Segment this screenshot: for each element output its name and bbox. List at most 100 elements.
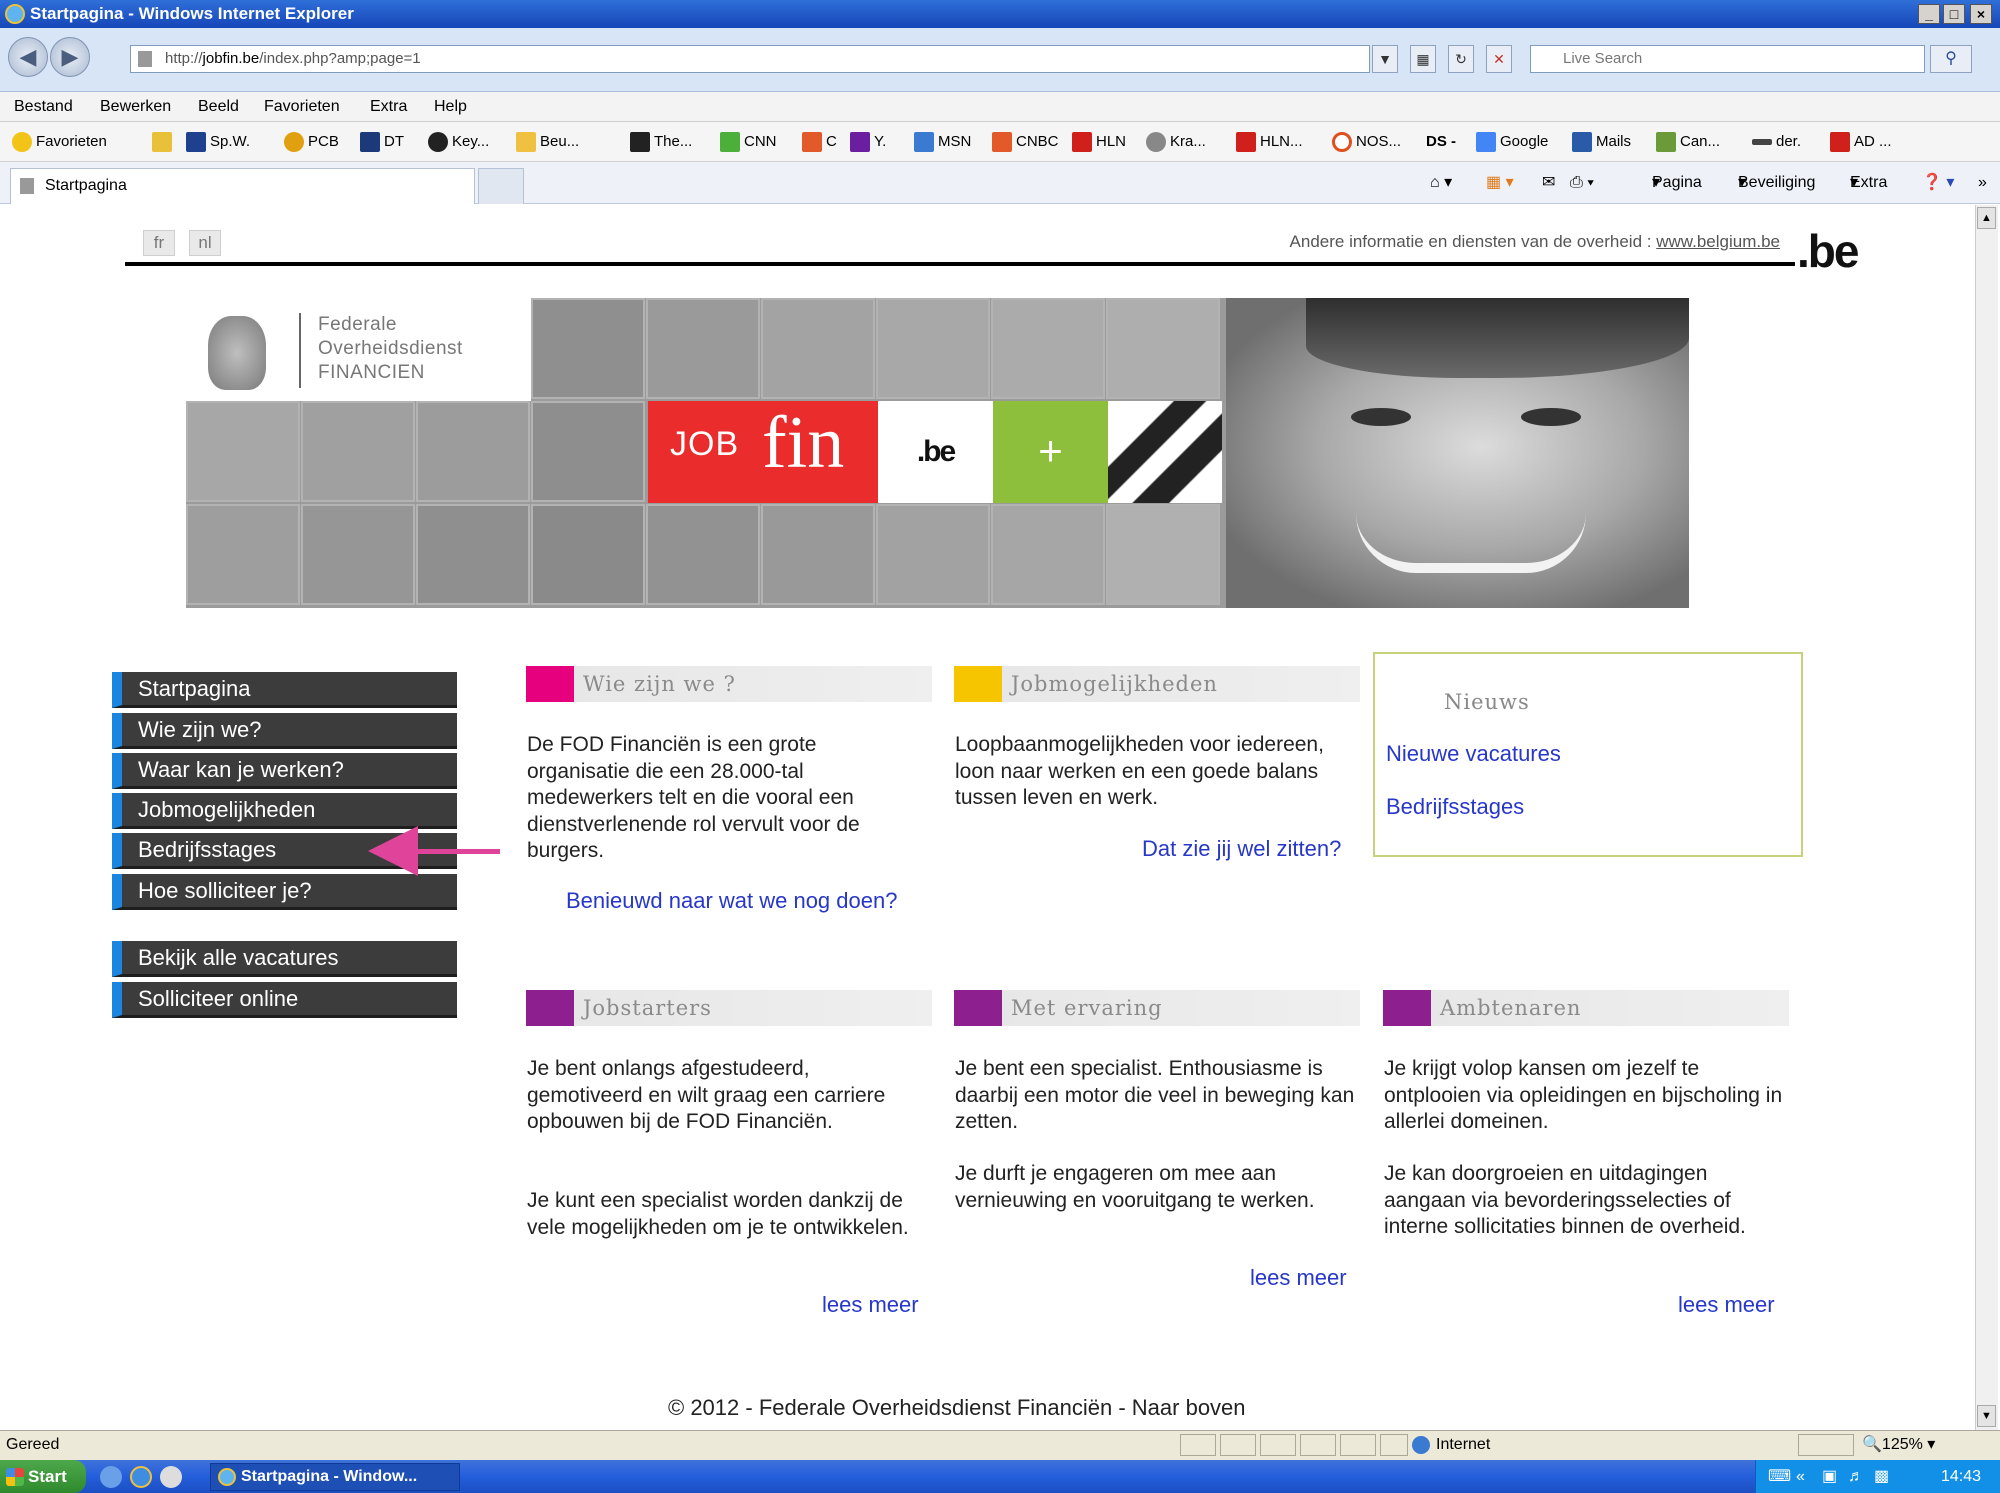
section-header-met-ervaring: Met ervaring	[954, 990, 1360, 1026]
quicklaunch-media-icon[interactable]	[160, 1466, 182, 1488]
nav-bekijk-alle-vacatures[interactable]: Bekijk alle vacatures	[112, 941, 457, 977]
menu-beeld[interactable]: Beeld	[198, 92, 239, 122]
fav-item[interactable]: HLN...	[1236, 122, 1303, 162]
nav-solliciteer-online[interactable]: Solliciteer online	[112, 982, 457, 1018]
network-icon[interactable]: ▣	[1822, 1460, 1837, 1493]
fav-item[interactable]: NOS...	[1332, 122, 1401, 162]
nav-waar-kan-je-werken[interactable]: Waar kan je werken?	[112, 753, 457, 789]
fav-item[interactable]: Google	[1476, 122, 1548, 162]
nav-startpagina[interactable]: Startpagina	[112, 672, 457, 708]
pagina-menu[interactable]: Pagina ▾	[1652, 168, 1702, 198]
back-arrow-icon[interactable]: ◀	[8, 37, 48, 77]
nav-wie-zijn-we[interactable]: Wie zijn we?	[112, 713, 457, 749]
fav-item[interactable]: DT	[360, 122, 404, 162]
close-window-button[interactable]: ×	[1970, 4, 1992, 24]
section-header-wie-zijn-we: Wie zijn we ?	[526, 666, 932, 702]
fav-item[interactable]: MSN	[914, 122, 971, 162]
taskbar-ie-window[interactable]: Startpagina - Window...	[210, 1463, 460, 1491]
jobfin-banner: Federale Overheidsdienst FINANCIEN JOB f…	[186, 298, 1689, 608]
menu-bestand[interactable]: Bestand	[14, 92, 73, 122]
section-title: Wie zijn we ?	[583, 672, 736, 696]
mail-icon[interactable]: ✉	[1542, 168, 1555, 198]
keyboard-icon[interactable]: ⌨	[1768, 1460, 1791, 1493]
menu-bewerken[interactable]: Bewerken	[100, 92, 171, 122]
add-favorite-icon[interactable]	[152, 122, 176, 162]
globe-icon	[1412, 1435, 1430, 1454]
protected-mode-icon[interactable]	[1798, 1434, 1854, 1456]
fav-item[interactable]: Key...	[428, 122, 489, 162]
maximize-button[interactable]: □	[1943, 4, 1965, 24]
feeds-icon[interactable]: ▦ ▾	[1486, 168, 1514, 198]
quicklaunch-ie-icon[interactable]	[130, 1466, 152, 1488]
fav-item[interactable]: Kra...	[1146, 122, 1206, 162]
new-tab-button[interactable]	[478, 168, 524, 204]
address-input[interactable]: http://jobfin.be/index.php?amp;page=1	[130, 45, 1370, 73]
scroll-down-icon[interactable]: ▼	[1977, 1405, 1996, 1427]
fod-line3: FINANCIEN	[318, 362, 425, 383]
help-icon[interactable]: ❓ ▾	[1922, 168, 1954, 198]
wie-zijn-we-link[interactable]: Benieuwd naar wat we nog doen?	[566, 888, 897, 914]
news-link-nieuwe-vacatures[interactable]: Nieuwe vacatures	[1386, 741, 1561, 767]
address-dropdown-button[interactable]: ▼	[1372, 45, 1398, 73]
magenta-square-icon	[526, 666, 574, 702]
fav-item[interactable]: DS -	[1426, 122, 1456, 162]
lang-nl-button[interactable]: nl	[189, 230, 221, 256]
ambtenaren-lees-meer-link[interactable]: lees meer	[1678, 1292, 1775, 1318]
fav-item[interactable]: CNBC	[992, 122, 1059, 162]
favorites-button[interactable]: Favorieten	[12, 122, 107, 162]
jobstarters-lees-meer-link[interactable]: lees meer	[822, 1292, 919, 1318]
monitor-icon[interactable]: ▩	[1874, 1460, 1889, 1493]
ie-logo-icon	[5, 4, 25, 24]
nav-jobmogelijkheden[interactable]: Jobmogelijkheden	[112, 793, 457, 829]
fav-item[interactable]: AD ...	[1830, 122, 1892, 162]
forward-arrow-icon[interactable]: ▶	[50, 37, 90, 77]
fav-item[interactable]: The...	[630, 122, 692, 162]
status-text: Gereed	[6, 1436, 60, 1453]
news-link-bedrijfsstages[interactable]: Bedrijfsstages	[1386, 794, 1524, 820]
quicklaunch-desktop-icon[interactable]	[100, 1466, 122, 1488]
jobmogelijkheden-link[interactable]: Dat zie jij wel zitten?	[1142, 836, 1341, 862]
fav-item[interactable]: Can...	[1656, 122, 1720, 162]
fav-item[interactable]: C	[802, 122, 837, 162]
stop-icon[interactable]: ✕	[1486, 45, 1512, 73]
section-header-jobstarters: Jobstarters	[526, 990, 932, 1026]
system-tray: ⌨ « ▣ ♬ ▩ 14:43	[1755, 1460, 2000, 1493]
fav-item[interactable]: HLN	[1072, 122, 1126, 162]
fav-item[interactable]: Y.	[850, 122, 886, 162]
tray-expand-icon[interactable]: «	[1796, 1460, 1805, 1493]
magnifier-icon[interactable]: ⚲	[1930, 45, 1972, 73]
minimize-button[interactable]: _	[1918, 4, 1940, 24]
fav-item[interactable]: PCB	[284, 122, 339, 162]
volume-icon[interactable]: ♬	[1848, 1460, 1864, 1493]
met-ervaring-lees-meer-link[interactable]: lees meer	[1250, 1265, 1347, 1291]
search-input[interactable]: Live Search	[1530, 45, 1925, 73]
tab-startpagina[interactable]: Startpagina	[10, 168, 475, 204]
fav-item[interactable]: der.	[1752, 122, 1801, 162]
home-icon[interactable]: ⌂ ▾	[1430, 168, 1452, 198]
menu-help[interactable]: Help	[434, 92, 467, 122]
fav-item[interactable]: Mails	[1572, 122, 1631, 162]
print-icon[interactable]: ⎙ ▾	[1570, 168, 1594, 198]
chevron-right-icon[interactable]: »	[1978, 168, 1987, 198]
clock[interactable]: 14:43	[1941, 1460, 1981, 1493]
nav-hoe-solliciteer-je[interactable]: Hoe solliciteer je?	[112, 874, 457, 910]
section-title: Ambtenaren	[1440, 996, 1582, 1020]
fav-item[interactable]: CNN	[720, 122, 777, 162]
extra-menu[interactable]: Extra ▾	[1850, 168, 1887, 198]
beveiliging-menu[interactable]: Beveiliging ▾	[1738, 168, 1815, 198]
yellow-square-icon	[954, 666, 1002, 702]
banner-tile	[646, 504, 760, 605]
belgium-link[interactable]: www.belgium.be	[1656, 232, 1780, 251]
compatibility-icon[interactable]: ▦	[1410, 45, 1436, 73]
vertical-scrollbar[interactable]	[1975, 205, 1998, 1430]
menu-favorieten[interactable]: Favorieten	[264, 92, 340, 122]
jobfin-logo: JOB fin	[648, 401, 878, 503]
zoom-control[interactable]: 🔍125% ▾	[1862, 1431, 1935, 1459]
status-cell	[1340, 1434, 1376, 1456]
lang-fr-button[interactable]: fr	[143, 230, 175, 256]
refresh-icon[interactable]: ↻	[1448, 45, 1474, 73]
menu-extra[interactable]: Extra	[370, 92, 407, 122]
fav-item[interactable]: Beu...	[516, 122, 579, 162]
fav-item[interactable]: Sp.W.	[186, 122, 250, 162]
scroll-up-icon[interactable]: ▲	[1977, 207, 1996, 229]
